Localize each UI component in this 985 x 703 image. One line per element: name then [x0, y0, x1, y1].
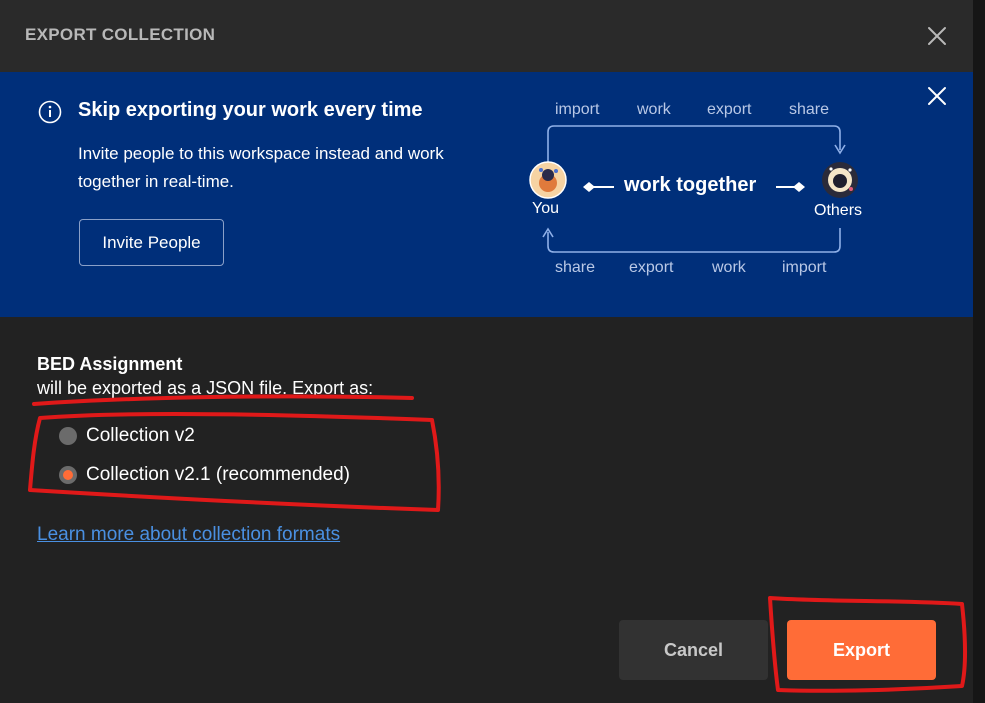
flow-top-label: share: [789, 101, 830, 118]
export-button[interactable]: Export: [787, 620, 936, 680]
others-label: Others: [814, 202, 863, 219]
cancel-button[interactable]: Cancel: [619, 620, 768, 680]
radio-button[interactable]: [59, 427, 77, 445]
you-avatar-icon: [529, 161, 567, 204]
radio-button-checked[interactable]: [59, 466, 77, 484]
collection-name: BED Assignment: [37, 354, 183, 374]
you-label: You: [532, 200, 559, 217]
flow-bottom-label: work: [712, 259, 746, 276]
flow-bottom-label: share: [555, 259, 596, 276]
work-together-label: work together: [624, 174, 757, 196]
flow-bottom-label: import: [782, 259, 827, 276]
collaboration-diagram: [542, 125, 846, 253]
flow-top-label: export: [707, 101, 752, 118]
flow-top-label: import: [555, 101, 600, 118]
export-description: will be exported as a JSON file. Export …: [37, 378, 374, 398]
radio-collection-v2[interactable]: Collection v2: [59, 424, 195, 448]
export-collection-modal: EXPORT COLLECTION Skip exporting your wo…: [0, 0, 973, 703]
others-avatar-icon: [821, 161, 859, 204]
flow-top-label: work: [637, 101, 671, 118]
flow-bottom-label: export: [629, 259, 674, 276]
radio-label: Collection v2: [86, 425, 195, 446]
radio-label: Collection v2.1 (recommended): [86, 464, 351, 485]
learn-more-link[interactable]: Learn more about collection formats: [37, 524, 340, 546]
radio-collection-v2-1[interactable]: Collection v2.1 (recommended): [59, 463, 350, 487]
